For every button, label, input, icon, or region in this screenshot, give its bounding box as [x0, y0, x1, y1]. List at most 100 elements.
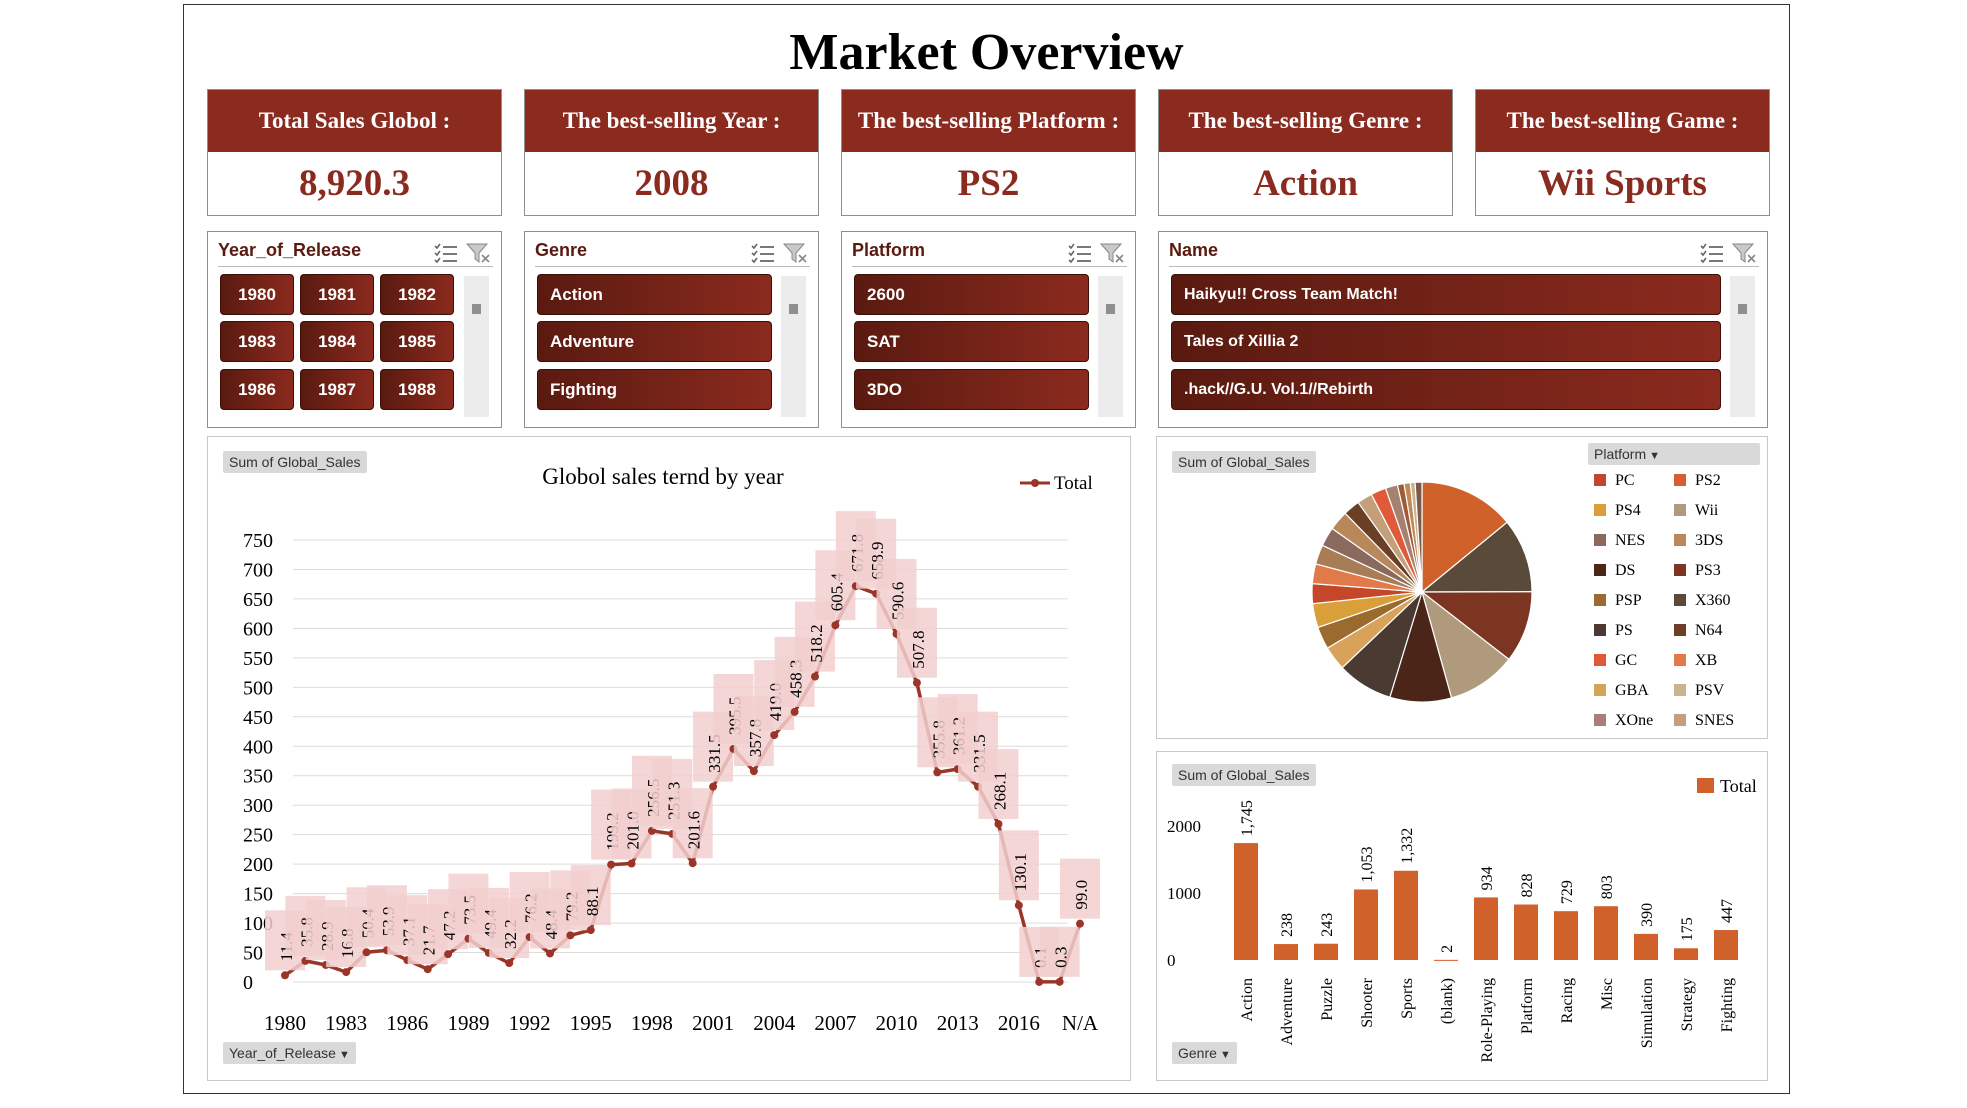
x-tick-label: Shooter: [1359, 977, 1376, 1027]
x-tick-label: Strategy: [1679, 978, 1696, 1031]
bar-value-label: 803: [1599, 875, 1616, 899]
legend-label: 3DS: [1695, 532, 1723, 549]
slicer-item-game[interactable]: Haikyu!! Cross Team Match!: [1171, 274, 1721, 315]
kpi-value: Wii Sports: [1538, 163, 1707, 204]
legend-swatch: [1594, 594, 1606, 606]
x-tick-label: N/A: [1062, 1011, 1099, 1035]
x-tick-label: Puzzle: [1319, 978, 1336, 1021]
data-point: [994, 819, 1003, 828]
pie-chart-panel: Sum of Global_Sales Platform PCPS2PS4Wii…: [1156, 436, 1768, 739]
slicer-item-sat[interactable]: SAT: [854, 321, 1089, 362]
bar: [1354, 889, 1378, 960]
data-point: [1014, 901, 1023, 910]
clear-filter-icon[interactable]: [1731, 242, 1757, 264]
slicer-item-1988[interactable]: 1988: [380, 369, 454, 410]
bar-value-label: 1,332: [1399, 828, 1416, 864]
legend-swatch: [1594, 564, 1606, 576]
data-point: [342, 968, 351, 977]
year-of-release-field-button[interactable]: Year_of_Release: [223, 1042, 356, 1064]
multi-select-icon[interactable]: [750, 242, 776, 264]
multi-select-icon[interactable]: [1067, 242, 1093, 264]
slicer-item-3do[interactable]: 3DO: [854, 369, 1089, 410]
line-chart: Globol sales ternd by year Total 0501001…: [243, 464, 1100, 1035]
legend-label: PS4: [1615, 502, 1641, 519]
slicer-item-fighting[interactable]: Fighting: [537, 369, 772, 410]
slicer-item-adventure[interactable]: Adventure: [537, 321, 772, 362]
x-tick-label: 1980: [264, 1011, 306, 1035]
slicer-item-1985[interactable]: 1985: [380, 321, 454, 362]
y-tick-label: 500: [243, 677, 273, 699]
kpi-best-year: The best-selling Year : 2008: [524, 89, 819, 216]
slicer-item-1983[interactable]: 1983: [220, 321, 294, 362]
slicer-platform: Platform 2600 SAT 3DO: [841, 231, 1136, 428]
bar-value-label: 1,745: [1239, 800, 1256, 836]
x-tick-label: 2010: [876, 1011, 918, 1035]
data-point: [790, 707, 799, 716]
slicer-item-1982[interactable]: 1982: [380, 274, 454, 315]
bar-value-label: 729: [1559, 880, 1576, 904]
slicer-item-action[interactable]: Action: [537, 274, 772, 315]
legend-swatch: [1594, 534, 1606, 546]
legend-label: PSP: [1615, 592, 1642, 609]
kpi-label: Total Sales Globol :: [208, 90, 501, 152]
data-point: [811, 672, 819, 681]
x-tick-label: Platform: [1519, 977, 1536, 1034]
slicer-item-game[interactable]: Tales of Xillia 2: [1171, 321, 1721, 362]
slicer-item-game[interactable]: .hack//G.U. Vol.1//Rebirth: [1171, 369, 1721, 410]
slicer-scrollbar[interactable]: [464, 276, 489, 417]
slicer-scrollbar[interactable]: [1730, 276, 1755, 417]
data-label: 130.1: [998, 830, 1039, 901]
x-tick-label: 1989: [447, 1011, 489, 1035]
slicer-scrollbar[interactable]: [781, 276, 806, 417]
legend-label: XB: [1695, 652, 1717, 669]
bar-value-label: 390: [1639, 903, 1656, 927]
y-tick-label: 400: [243, 736, 273, 758]
data-label-text: 99.0: [1072, 880, 1091, 910]
legend-label: N64: [1695, 622, 1723, 639]
x-tick-label: 2016: [998, 1011, 1040, 1035]
slicer-genre: Genre Action Adventure Fighting: [524, 231, 819, 428]
x-tick-label: 1995: [570, 1011, 612, 1035]
data-label: 507.8: [896, 607, 937, 678]
data-point: [1076, 919, 1084, 928]
data-point: [546, 949, 554, 958]
kpi-label: The best-selling Platform :: [842, 90, 1135, 152]
data-point: [749, 767, 758, 776]
legend-swatch: [1594, 624, 1606, 636]
y-tick-label: 150: [243, 884, 273, 906]
bar-value-label: 447: [1719, 899, 1736, 923]
bar: [1634, 933, 1658, 960]
slicer-title: Genre: [535, 240, 588, 260]
slicer-title: Platform: [852, 240, 926, 260]
multi-select-icon[interactable]: [1699, 242, 1725, 264]
y-tick-label: 0: [1167, 951, 1176, 970]
data-point: [688, 859, 697, 868]
y-tick-label: 50: [243, 943, 263, 965]
x-tick-label: Role-Playing: [1479, 978, 1496, 1062]
legend-label: X360: [1695, 592, 1731, 609]
data-point: [912, 678, 921, 687]
slicer-item-1980[interactable]: 1980: [220, 274, 294, 315]
data-point: [444, 950, 453, 959]
slicer-item-2600[interactable]: 2600: [854, 274, 1089, 315]
legend-swatch: [1674, 534, 1686, 546]
slicer-item-1984[interactable]: 1984: [300, 321, 374, 362]
slicer-title: Year_of_Release: [218, 240, 362, 260]
data-label: 0.3: [1039, 926, 1080, 977]
x-tick-label: Fighting: [1719, 978, 1736, 1032]
slicer-header: Name: [1169, 240, 1759, 267]
bar: [1674, 948, 1698, 960]
legend-label: PSV: [1695, 682, 1725, 699]
clear-filter-icon[interactable]: [465, 242, 491, 264]
clear-filter-icon[interactable]: [782, 242, 808, 264]
slicer-item-1986[interactable]: 1986: [220, 369, 294, 410]
slicer-item-1981[interactable]: 1981: [300, 274, 374, 315]
y-tick-label: 250: [243, 825, 273, 847]
y-tick-label: 0: [243, 972, 253, 994]
legend-label: PC: [1615, 472, 1635, 489]
multi-select-icon[interactable]: [433, 242, 459, 264]
slicer-item-1987[interactable]: 1987: [300, 369, 374, 410]
slicer-scrollbar[interactable]: [1098, 276, 1123, 417]
x-tick-label: 2001: [692, 1011, 734, 1035]
clear-filter-icon[interactable]: [1099, 242, 1125, 264]
